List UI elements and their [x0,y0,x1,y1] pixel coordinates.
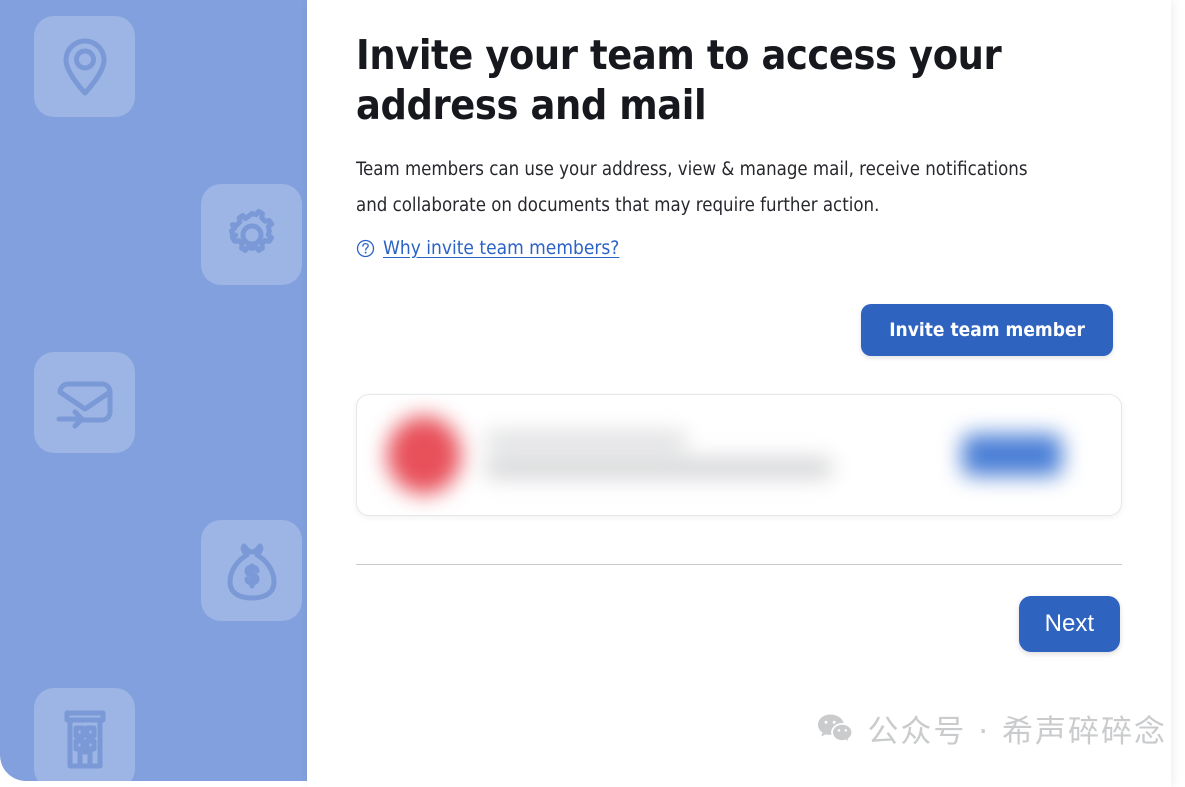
question-circle-icon [356,239,375,258]
app-root: Invite your team to access your address … [0,0,1185,787]
location-pin-icon [58,36,112,98]
member-card-blurred-content [357,395,1121,515]
main-panel: Invite your team to access your address … [307,0,1171,787]
page-title: Invite your team to access your address … [356,31,1002,130]
section-divider [356,564,1122,566]
member-email [486,459,831,478]
gear-tile [201,184,302,285]
envelope-forward-tile [34,352,135,453]
envelope-forward-icon [53,375,117,431]
member-details [486,433,846,478]
member-avatar [387,416,461,495]
member-status-badge[interactable] [962,434,1062,477]
page-description: Team members can use your address, view … [356,159,1028,216]
office-building-icon [57,708,113,770]
next-button-row: Next [356,596,1122,653]
next-button[interactable]: Next [1018,596,1120,653]
location-pin-tile [34,16,135,117]
money-bag-icon [224,540,280,602]
help-link-row[interactable]: Why invite team members? [356,237,1122,259]
gear-icon [223,206,281,264]
decorative-sidebar [0,0,307,781]
invite-button-row: Invite team member [356,304,1122,357]
money-bag-tile [201,520,302,621]
panel-content: Invite your team to access your address … [356,0,1122,653]
member-name [486,433,686,449]
why-invite-team-members-link[interactable]: Why invite team members? [383,237,619,259]
invite-team-member-button[interactable]: Invite team member [861,304,1113,357]
office-building-tile [34,688,135,781]
team-member-card[interactable] [356,394,1122,517]
